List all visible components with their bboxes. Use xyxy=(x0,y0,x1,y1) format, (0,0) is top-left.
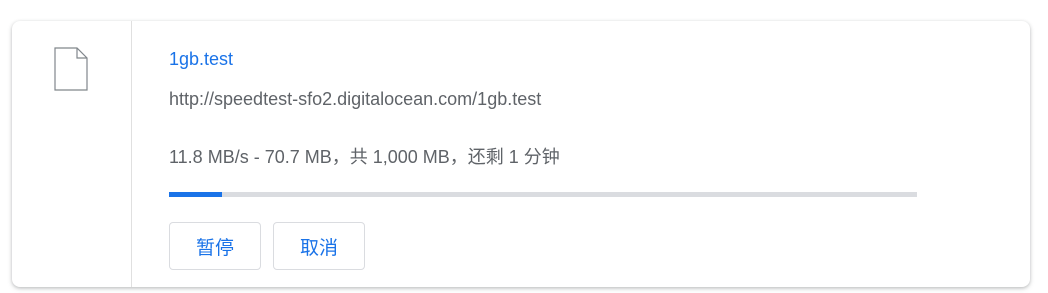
cancel-button[interactable]: 取消 xyxy=(273,222,366,270)
progress-bar xyxy=(169,192,917,197)
download-status: 11.8 MB/s - 70.7 MB，共 1,000 MB，还剩 1 分钟 xyxy=(169,147,560,167)
progress-fill xyxy=(169,192,222,197)
download-item: 1gb.test http://speedtest-sfo2.digitaloc… xyxy=(12,21,1030,287)
file-url: http://speedtest-sfo2.digitalocean.com/1… xyxy=(169,89,542,109)
icon-column xyxy=(12,21,132,287)
file-name-link[interactable]: 1gb.test xyxy=(169,49,233,70)
action-buttons: 暂停 取消 xyxy=(169,222,366,270)
file-icon xyxy=(54,47,88,91)
download-details: 1gb.test http://speedtest-sfo2.digitaloc… xyxy=(169,21,969,287)
pause-button[interactable]: 暂停 xyxy=(169,222,262,270)
